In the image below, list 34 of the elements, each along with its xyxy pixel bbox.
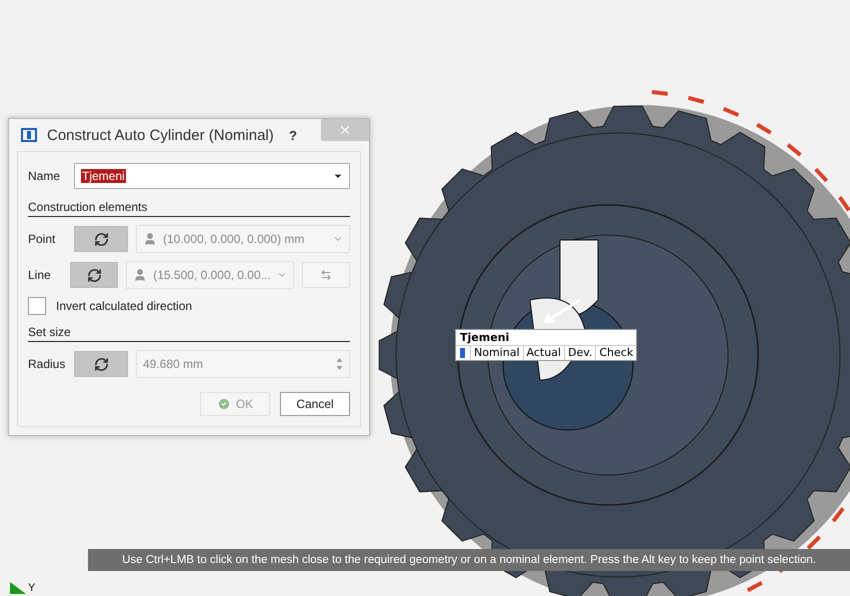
label-title: Tjemeni (459, 330, 510, 345)
refresh-button[interactable] (74, 226, 128, 252)
field-label: Point (28, 232, 56, 246)
cylinder-icon (21, 127, 37, 143)
name-field[interactable]: Tjemeni (74, 163, 350, 189)
hint-text: Use Ctrl+LMB to click on the mesh close to the required geometry or on a nominal element. Press the Alt key to keep the point selection. (88, 549, 850, 571)
field-label: Radius (28, 357, 66, 371)
nominal-marker-icon (458, 347, 468, 359)
field-label: Line (28, 268, 52, 282)
person-icon (133, 268, 148, 282)
cancel-button[interactable]: Cancel (280, 392, 350, 416)
person-icon (143, 232, 157, 246)
refresh-icon (94, 232, 108, 246)
close-icon (338, 123, 352, 137)
spin-arrows-icon (336, 357, 343, 371)
refresh-button[interactable] (70, 262, 118, 288)
arrow-icon (544, 298, 582, 324)
swap-arrows-icon (320, 269, 332, 281)
refresh-button[interactable] (74, 351, 128, 377)
label-column: Actual (522, 346, 564, 360)
check-icon (216, 397, 231, 411)
section-heading: Construction elements (28, 200, 350, 217)
label-column: Check (595, 346, 636, 360)
axis-label: Y (28, 582, 36, 594)
invert-checkbox[interactable]: Invert calculated direction (28, 297, 350, 315)
field-label: Name (28, 169, 62, 183)
refresh-icon (94, 356, 108, 372)
help-button[interactable]: ? (289, 128, 297, 142)
section-heading: Set size (28, 325, 350, 342)
label-column: Dev. (564, 346, 596, 360)
refresh-icon (86, 268, 102, 282)
dialog-title: Construct Auto Cylinder (Nominal) (47, 126, 275, 144)
label-column: Nominal (470, 346, 522, 360)
axis-arrow-icon (10, 582, 26, 594)
